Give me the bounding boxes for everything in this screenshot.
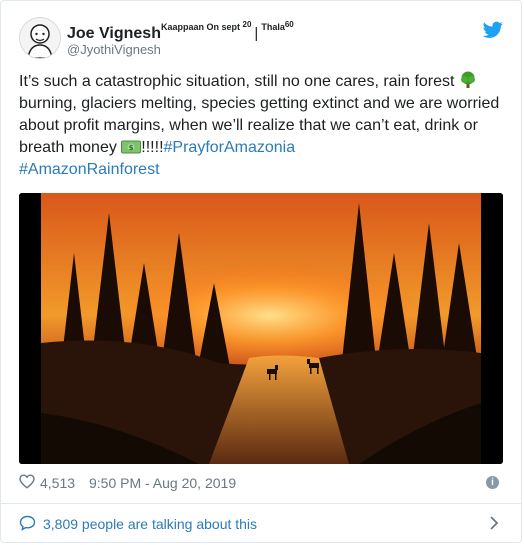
tweet-timestamp[interactable]: 9:50 PM - Aug 20, 2019	[89, 475, 236, 491]
tweet-text: It’s such a catastrophic situation, stil…	[19, 71, 509, 181]
author-name-suffix-2: Thala60	[261, 20, 294, 32]
tweet-text-exclaim: !!!!!	[141, 139, 164, 156]
hashtag-amazonrainforest[interactable]: #AmazonRainforest	[19, 161, 160, 178]
tweet-meta: 4,513 9:50 PM - Aug 20, 2019 i	[19, 473, 503, 493]
heart-icon[interactable]	[19, 474, 35, 489]
tweet-media[interactable]	[19, 193, 503, 464]
author-display-name: Joe Vignesh	[67, 25, 161, 42]
tweet-footer[interactable]: 3,809 people are talking about this	[19, 513, 503, 535]
speech-bubble-icon	[19, 515, 36, 531]
avatar[interactable]	[19, 17, 61, 59]
deciduous-tree-emoji-icon	[460, 71, 475, 88]
hashtag-prayforamazonia[interactable]: #PrayforAmazonia	[164, 139, 296, 156]
dollar-banknote-emoji-icon: $	[121, 140, 142, 154]
author-handle[interactable]: @JyothiVignesh	[67, 42, 161, 57]
tweet-header: Joe VigneshKaappaan On sept 20| Thala60 @…	[19, 15, 503, 65]
like-count[interactable]: 4,513	[40, 475, 75, 491]
tweet-text-line-1: It’s such a catastrophic situation, stil…	[19, 73, 459, 90]
author-name-suffix: Kaappaan On sept 20	[160, 20, 252, 32]
divider	[1, 503, 521, 504]
forest-fire-photo-icon	[19, 193, 503, 464]
tweet-card: Joe VigneshKaappaan On sept 20| Thala60 @…	[0, 0, 522, 543]
info-icon[interactable]: i	[486, 476, 499, 489]
name-separator: |	[254, 25, 259, 42]
avatar-illustration-icon	[20, 18, 60, 58]
svg-text:$: $	[129, 144, 134, 152]
talking-about-link[interactable]: 3,809 people are talking about this	[43, 516, 257, 532]
chevron-right-icon[interactable]	[489, 515, 499, 531]
author-name[interactable]: Joe VigneshKaappaan On sept 20| Thala60	[67, 20, 294, 43]
twitter-bird-icon[interactable]	[483, 21, 503, 39]
